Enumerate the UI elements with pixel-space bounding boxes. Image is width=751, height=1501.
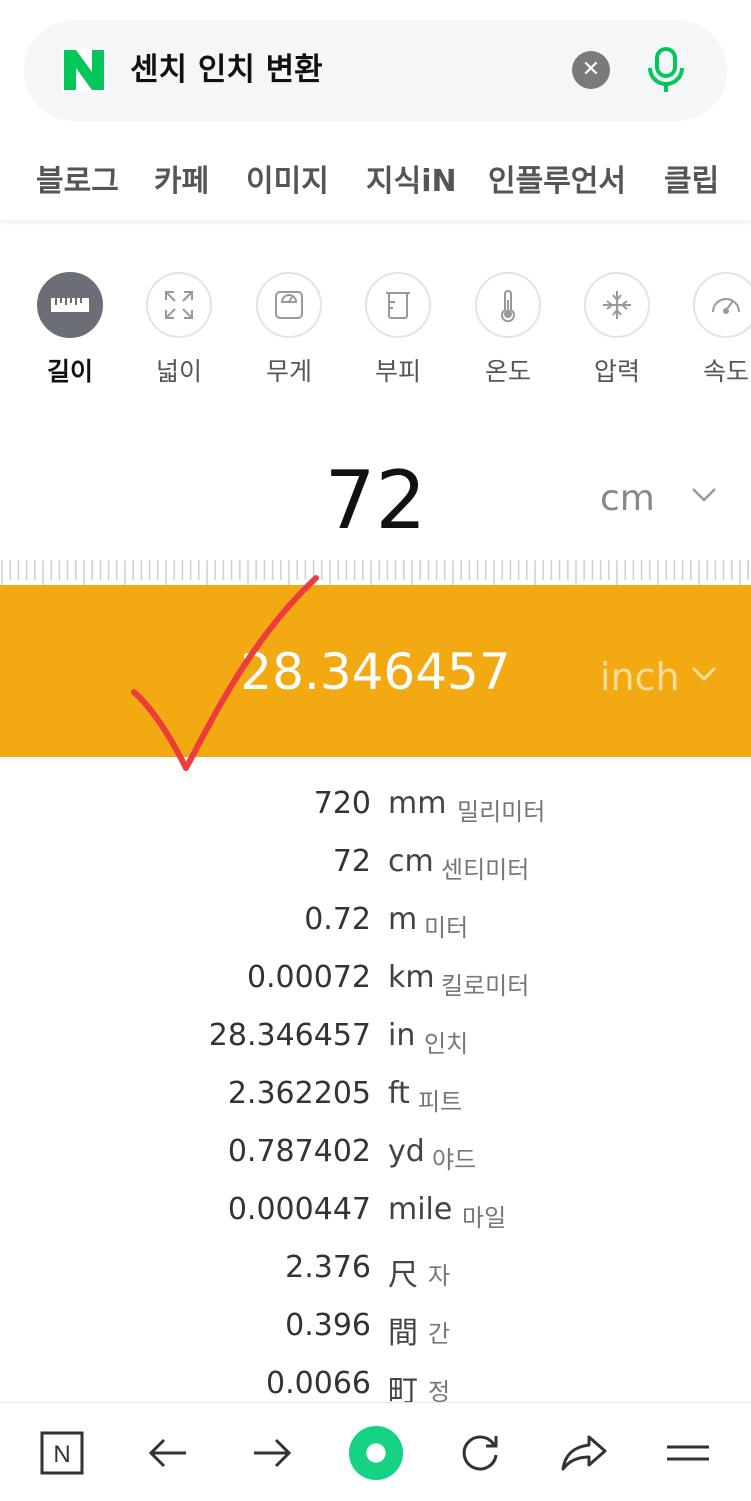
conversion-value: 2.376 (285, 1250, 371, 1285)
conversion-unit-name: 킬로미터 (441, 972, 530, 1000)
chevron-down-icon[interactable] (690, 665, 718, 683)
green-dot-button[interactable] (348, 1425, 404, 1481)
ruler-icon (37, 272, 103, 338)
category-label: 압력 (593, 357, 640, 386)
category-label: 넓이 (155, 357, 202, 386)
microphone-icon[interactable] (644, 46, 688, 94)
beaker-icon (365, 272, 431, 338)
list-item: 0.00072 km 킬로미터 (0, 954, 751, 1012)
unit-category-bar: 길이 넓이 무게 부피 온도 압력 속도 (0, 268, 751, 388)
green-dot-icon (348, 1425, 404, 1481)
forward-arrow-icon (254, 1438, 292, 1468)
conversion-unit-name: 간 (428, 1320, 451, 1348)
conversion-value: 0.396 (285, 1308, 371, 1343)
conversion-value: 0.00072 (246, 960, 371, 995)
category-label: 온도 (484, 357, 531, 386)
list-item: 0.000447 mile 마일 (0, 1186, 751, 1244)
naver-logo-icon[interactable] (62, 48, 106, 92)
red-checkmark-annotation (131, 575, 319, 771)
pressure-icon (584, 272, 650, 338)
category-pressure[interactable]: 압력 (567, 268, 667, 388)
list-item: 2.362205 ft 피트 (0, 1070, 751, 1128)
category-length[interactable]: 길이 (20, 268, 120, 388)
search-query[interactable]: 센치 인치 변환 (130, 48, 323, 92)
search-tabs: 블로그 카페 이미지 지식iN 인플루언서 클립 (0, 150, 751, 206)
conversion-unit: 尺 (388, 1258, 418, 1293)
conversion-value: 28.346457 (208, 1018, 371, 1053)
conversion-unit-name: 센티미터 (441, 856, 530, 884)
refresh-icon (462, 1435, 498, 1471)
tab-influencer[interactable]: 인플루언서 (488, 156, 626, 200)
thermometer-icon (475, 272, 541, 338)
conversion-unit: 間 (388, 1316, 418, 1351)
conversion-unit-name: 밀리미터 (457, 798, 546, 826)
conversion-unit-name: 피트 (418, 1088, 463, 1116)
category-label: 무게 (265, 357, 312, 386)
share-icon (561, 1435, 607, 1471)
conversion-value: 0.000447 (227, 1192, 371, 1227)
bottom-navigation: N (0, 1402, 751, 1501)
share-button[interactable] (556, 1425, 612, 1481)
list-item: 72 cm 센티미터 (0, 838, 751, 896)
conversion-value: 0.72 (304, 902, 371, 937)
tab-cafe[interactable]: 카페 (154, 156, 209, 200)
input-unit-select[interactable]: cm (600, 478, 655, 519)
naver-home-button[interactable]: N (34, 1425, 90, 1481)
conversion-unit: in (388, 1018, 416, 1053)
list-item: 0.72 m 미터 (0, 896, 751, 954)
menu-icon (667, 1445, 709, 1461)
tab-image[interactable]: 이미지 (246, 156, 329, 200)
conversion-unit-name: 마일 (462, 1204, 507, 1232)
category-label: 속도 (702, 357, 749, 386)
category-weight[interactable]: 무게 (239, 268, 339, 388)
conversion-unit: m (388, 902, 418, 937)
conversion-value: 0.787402 (227, 1134, 371, 1169)
back-button[interactable] (140, 1425, 196, 1481)
list-item: 28.346457 in 인치 (0, 1012, 751, 1070)
conversion-unit: mm (388, 786, 447, 821)
tab-blog[interactable]: 블로그 (36, 156, 119, 200)
chevron-down-icon[interactable] (690, 486, 718, 504)
conversion-unit-name: 자 (428, 1262, 451, 1290)
search-header: 센치 인치 변환 ✕ 블로그 카페 이미지 지식iN 인플루언서 클립 (0, 0, 751, 220)
search-box[interactable]: 센치 인치 변환 ✕ (24, 20, 727, 121)
conversion-value: 72 (332, 844, 371, 879)
category-label: 길이 (46, 357, 93, 386)
conversion-unit-name: 야드 (432, 1146, 477, 1174)
conversion-unit: mile (388, 1192, 453, 1227)
tab-clip[interactable]: 클립 (664, 156, 719, 200)
conversion-unit: cm (388, 844, 434, 879)
category-volume[interactable]: 부피 (348, 268, 448, 388)
home-label: N (53, 1441, 70, 1468)
category-temperature[interactable]: 온도 (458, 268, 558, 388)
category-speed[interactable]: 속도 (676, 268, 751, 388)
category-area[interactable]: 넓이 (129, 268, 229, 388)
area-expand-icon (146, 272, 212, 338)
conversion-value: 0.0066 (266, 1366, 371, 1401)
input-row: 72 cm (0, 450, 751, 550)
conversion-unit: ft (388, 1076, 410, 1111)
list-item: 0.787402 yd 야드 (0, 1128, 751, 1186)
result-panel: 28.346457 inch (0, 585, 751, 757)
list-item: 2.376 尺 자 (0, 1244, 751, 1302)
refresh-button[interactable] (452, 1425, 508, 1481)
conversion-unit: yd (388, 1134, 425, 1169)
conversion-value: 2.362205 (227, 1076, 371, 1111)
menu-button[interactable] (660, 1425, 716, 1481)
conversion-unit: km (388, 960, 435, 995)
list-item: 0.396 間 간 (0, 1302, 751, 1360)
conversion-unit-name: 인치 (424, 1030, 469, 1058)
list-item: 720 mm 밀리미터 (0, 780, 751, 838)
category-label: 부피 (374, 357, 421, 386)
tab-kin[interactable]: 지식iN (366, 156, 457, 200)
speedometer-icon (693, 272, 751, 338)
forward-button[interactable] (244, 1425, 300, 1481)
output-unit-select[interactable]: inch (600, 655, 680, 699)
scale-icon (256, 272, 322, 338)
clear-search-button[interactable]: ✕ (572, 51, 610, 89)
back-arrow-icon (148, 1438, 186, 1468)
conversion-unit-name: 미터 (424, 914, 469, 942)
conversion-value: 720 (313, 786, 371, 821)
naver-home-icon: N (40, 1431, 84, 1475)
